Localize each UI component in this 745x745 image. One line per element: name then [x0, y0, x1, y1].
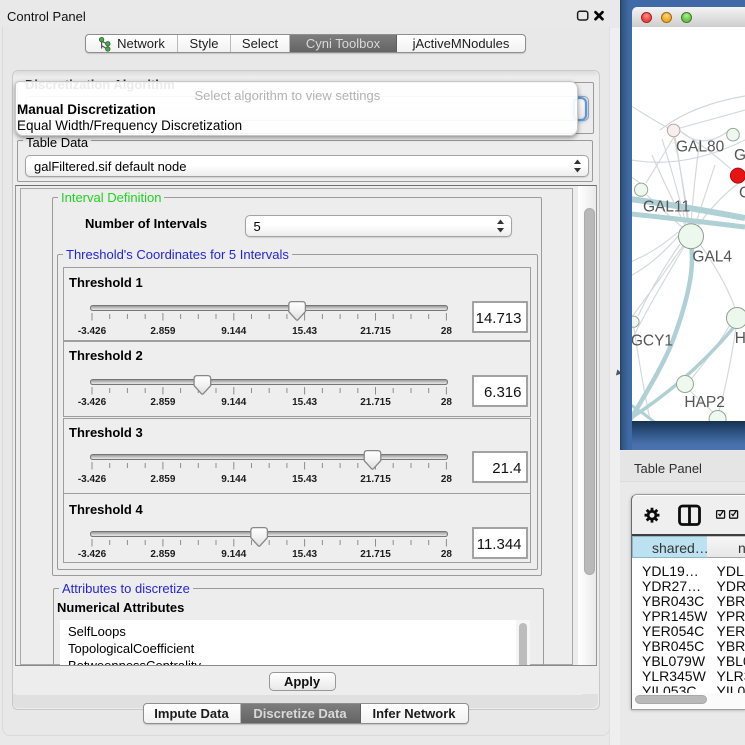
svg-text:GA: GA	[734, 147, 745, 164]
svg-text:C: C	[739, 185, 745, 202]
svg-text:GAL4: GAL4	[692, 249, 732, 266]
svg-text:GAL11: GAL11	[643, 199, 690, 216]
svg-text:H: H	[735, 330, 745, 347]
svg-text:GAL80: GAL80	[676, 139, 725, 156]
svg-text:GCY1: GCY1	[632, 333, 673, 350]
svg-text:HAP2: HAP2	[684, 394, 725, 411]
